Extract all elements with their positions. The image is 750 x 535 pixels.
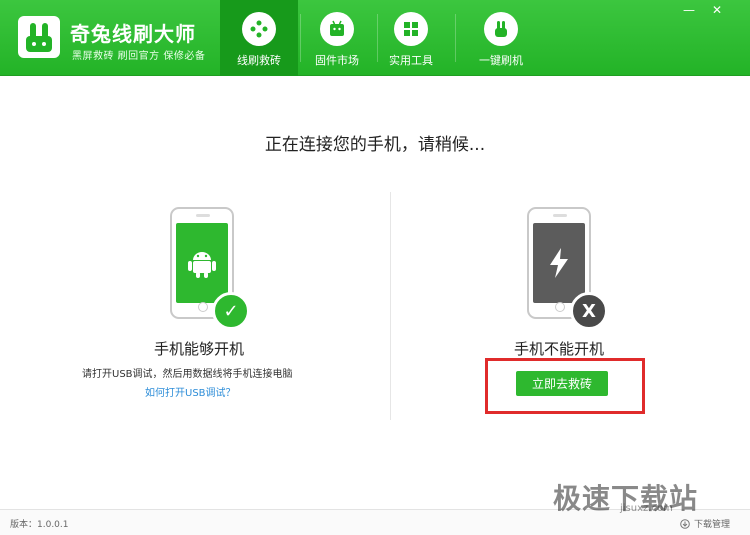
rescue-icon (242, 12, 276, 46)
rescue-now-button[interactable]: 立即去救砖 (516, 371, 608, 396)
tab-firmware-market[interactable]: 固件市场 (298, 0, 376, 76)
download-manager[interactable]: 下载管理 (680, 517, 730, 530)
connection-status: 正在连接您的手机，请稍候... (264, 135, 486, 155)
tab-tools-label: 实用工具 (389, 54, 433, 67)
how-to-enable-usb-link[interactable]: 如何打开USB调试？ (145, 384, 236, 399)
tab-one-click-flash-label: 一键刷机 (479, 54, 523, 67)
cross-badge-icon: X (570, 292, 608, 330)
can-boot-title: 手机能够开机 (154, 340, 245, 358)
app-logo (18, 16, 60, 58)
tab-one-click-flash[interactable]: 一键刷机 (462, 0, 540, 76)
tools-grid-icon (394, 12, 428, 46)
app-header: 奇兔线刷大师 黑屏救砖 刷回官方 保修必备 线刷救砖 固件市场 实用工具 一键刷… (0, 0, 750, 76)
close-button[interactable]: ✕ (704, 0, 730, 20)
tab-rescue[interactable]: 线刷救砖 (220, 0, 298, 76)
download-manager-label: 下载管理 (693, 520, 730, 530)
rabbit-logo-icon (26, 23, 52, 52)
check-badge-icon: ✓ (212, 292, 250, 330)
usb-debug-hint: 请打开USB调试，然后用数据线将手机连接电脑 (82, 369, 293, 380)
android-store-icon (320, 12, 354, 46)
tab-tools[interactable]: 实用工具 (372, 0, 450, 76)
one-click-flash-icon (484, 12, 518, 46)
cannot-boot-title: 手机不能开机 (514, 340, 605, 358)
tab-rescue-label: 线刷救砖 (237, 54, 281, 67)
download-icon (680, 518, 690, 529)
options-divider (390, 192, 391, 420)
lightning-icon (533, 223, 585, 303)
version-label: 版本：1.0.0.1 (10, 520, 69, 530)
android-icon (176, 223, 228, 303)
site-watermark-url: jisuxz.com (620, 503, 673, 514)
nav-divider (455, 14, 456, 62)
minimize-button[interactable]: — (676, 0, 702, 20)
app-subtitle: 黑屏救砖 刷回官方 保修必备 (72, 51, 206, 62)
app-title: 奇兔线刷大师 (70, 22, 196, 46)
tab-firmware-market-label: 固件市场 (315, 54, 359, 67)
